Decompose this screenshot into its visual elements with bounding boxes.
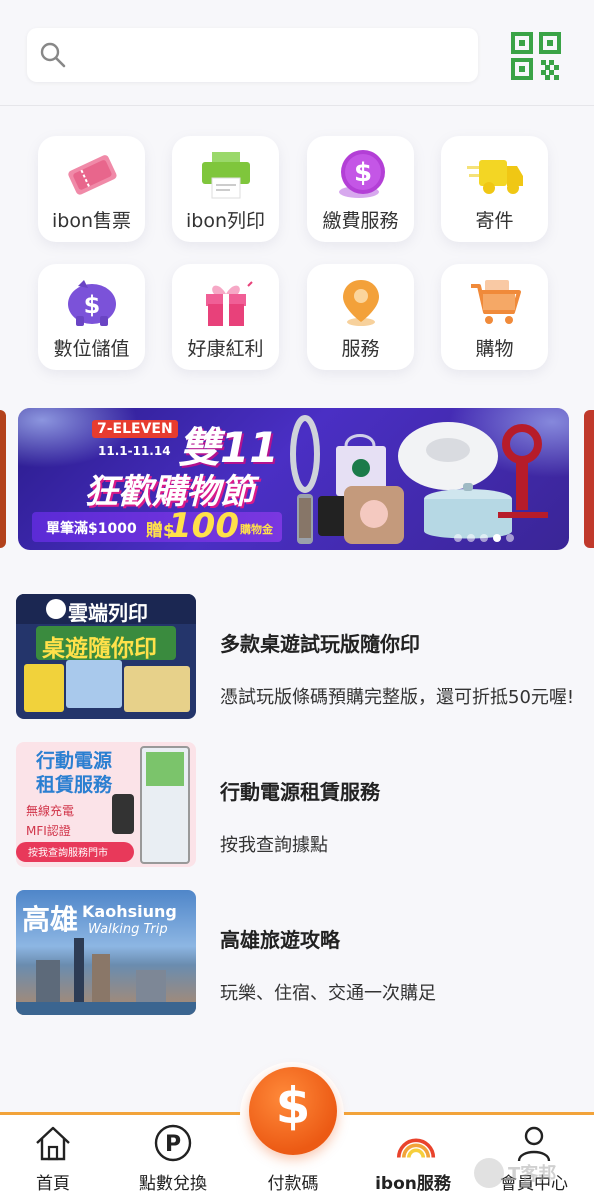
svg-text:$: $ xyxy=(84,291,101,319)
home-icon xyxy=(36,1126,70,1161)
powerbank-image xyxy=(112,794,134,834)
tab-ibon-service[interactable]: ibon服務 xyxy=(363,1115,463,1200)
thumb-subtitle: Walking Trip xyxy=(88,922,168,937)
promo-suffix: 購物金 xyxy=(240,523,273,536)
printer-icon xyxy=(202,152,250,199)
service-tile-payment[interactable]: $ 繳費服務 xyxy=(307,136,414,242)
service-label: 購物 xyxy=(475,338,514,360)
thumb-badge: 無線充電 xyxy=(26,804,75,818)
boardgame-box-image xyxy=(124,666,190,712)
news-item-kaohsiung[interactable]: 高雄 Kaohsiung Walking Trip 高雄旅遊攻略 玩樂、住宿、交… xyxy=(16,890,586,1018)
carousel-dot[interactable] xyxy=(480,534,488,542)
cloud-print-logo-icon xyxy=(46,599,66,619)
svg-text:P: P xyxy=(165,1132,181,1157)
ticket-icon xyxy=(68,155,117,195)
header xyxy=(0,0,594,106)
carousel-dot[interactable] xyxy=(454,534,462,542)
carousel-dot-active[interactable] xyxy=(493,534,501,542)
tab-label: 首頁 xyxy=(36,1174,70,1194)
service-label: 服務 xyxy=(341,338,380,360)
news-item-powerbank[interactable]: 行動電源 租賃服務 無線充電 MFI認證 按我查詢服務門市 行動電源租賃服務 按… xyxy=(16,742,586,870)
news-desc: 玩樂、住宿、交通一次購足 xyxy=(220,983,436,1004)
carousel-dot[interactable] xyxy=(467,534,475,542)
service-tile-rewards[interactable]: 好康紅利 xyxy=(172,264,279,370)
carousel-indicators xyxy=(454,534,514,542)
news-desc: 按我查詢據點 xyxy=(220,835,328,856)
tab-label: 點數兌換 xyxy=(139,1174,207,1194)
thumb-header: 雲端列印 xyxy=(68,601,148,625)
piggy-bank-icon: $ xyxy=(68,280,116,326)
news-thumbnail: 行動電源 租賃服務 無線充電 MFI認證 按我查詢服務門市 xyxy=(16,742,196,867)
news-title: 行動電源租賃服務 xyxy=(220,780,380,804)
service-tile-service[interactable]: 服務 xyxy=(307,264,414,370)
promo-banner[interactable]: 7-ELEVEN 11.1-11.14 雙11 狂歡購物節 單筆滿$1000 贈… xyxy=(18,408,569,550)
promo-prefix: 單筆滿$1000 xyxy=(46,521,137,537)
news-title: 高雄旅遊攻略 xyxy=(220,928,340,952)
watermark: T客邦 xyxy=(474,1152,592,1196)
service-tile-ibon-ticket[interactable]: ibon售票 xyxy=(38,136,145,242)
thumb-line2: 租賃服務 xyxy=(36,774,113,796)
shopping-cart-icon xyxy=(471,280,521,324)
thumb-title-cn: 高雄 xyxy=(22,903,79,936)
service-tile-ibon-print[interactable]: ibon列印 xyxy=(172,136,279,242)
banner-peek-prev[interactable] xyxy=(0,410,6,548)
thumb-badge: MFI認證 xyxy=(26,824,71,838)
promo-amount: 100 xyxy=(168,506,239,546)
tab-points[interactable]: P 點數兌換 xyxy=(123,1115,223,1200)
svg-text:$: $ xyxy=(354,158,372,188)
kiosk-screen-image xyxy=(146,752,184,786)
carousel-dot[interactable] xyxy=(506,534,514,542)
service-label: 數位儲值 xyxy=(53,338,130,360)
ibon-rainbow-icon xyxy=(396,1138,436,1158)
service-tile-shopping[interactable]: 購物 xyxy=(441,264,548,370)
dollar-pay-icon: $ xyxy=(275,1077,311,1135)
service-label: ibon售票 xyxy=(51,210,131,232)
qr-code-icon[interactable] xyxy=(511,32,561,80)
thumb-bar-text: 按我查詢服務門市 xyxy=(28,848,108,859)
building-image xyxy=(36,960,60,1006)
harbor-image xyxy=(16,1002,196,1015)
news-thumbnail: 高雄 Kaohsiung Walking Trip xyxy=(16,890,196,1015)
search-icon xyxy=(40,42,66,68)
spotlight-decoration xyxy=(18,408,138,468)
service-tile-digital-topup[interactable]: $ 數位儲值 xyxy=(38,264,145,370)
service-tile-shipping[interactable]: 寄件 xyxy=(441,136,548,242)
dollar-coin-icon: $ xyxy=(339,150,385,198)
tab-home[interactable]: 首頁 xyxy=(3,1115,103,1200)
building-image xyxy=(92,954,110,1006)
news-list: 雲端列印 桌遊隨你印 多款桌遊試玩版隨你印 憑試玩版條碼預購完整版，還可折抵50… xyxy=(0,574,594,1094)
news-desc: 憑試玩版條碼預購完整版，還可折抵50元喔! xyxy=(220,687,575,708)
search-bar[interactable] xyxy=(27,28,478,82)
watermark-text: T客邦 xyxy=(508,1164,557,1185)
service-label: 寄件 xyxy=(475,210,514,232)
delivery-truck-icon xyxy=(467,160,523,194)
boardgame-box-image xyxy=(66,660,122,708)
watermark-face-icon xyxy=(474,1158,504,1188)
pay-button[interactable]: $ xyxy=(249,1067,337,1155)
wallet-image xyxy=(318,486,404,544)
promo-dates: 11.1-11.14 xyxy=(98,444,171,458)
service-label: ibon列印 xyxy=(185,210,265,232)
building-image xyxy=(136,970,166,1006)
thumb-line1: 行動電源 xyxy=(36,750,113,772)
search-input[interactable] xyxy=(75,36,465,74)
boardgame-box-image xyxy=(24,664,64,712)
service-label: 繳費服務 xyxy=(322,210,399,232)
skyscraper-image xyxy=(74,938,84,1004)
map-pin-icon xyxy=(343,280,379,326)
news-item-boardgame[interactable]: 雲端列印 桌遊隨你印 多款桌遊試玩版隨你印 憑試玩版條碼預購完整版，還可折抵50… xyxy=(16,594,586,722)
thumb-subheader: 桌遊隨你印 xyxy=(42,636,157,662)
hair-dryer-image xyxy=(498,424,548,518)
thumb-title-en: Kaohsiung xyxy=(82,902,177,921)
tab-label: ibon服務 xyxy=(375,1174,451,1194)
points-p-icon: P xyxy=(154,1124,192,1162)
service-label: 好康紅利 xyxy=(187,338,264,360)
tab-label: 付款碼 xyxy=(267,1174,319,1194)
news-title: 多款桌遊試玩版隨你印 xyxy=(220,632,420,656)
banner-peek-next[interactable] xyxy=(584,410,594,548)
news-thumbnail: 雲端列印 桌遊隨你印 xyxy=(16,594,196,719)
brand-logo: 7-ELEVEN xyxy=(92,420,178,438)
gift-icon xyxy=(206,281,253,326)
